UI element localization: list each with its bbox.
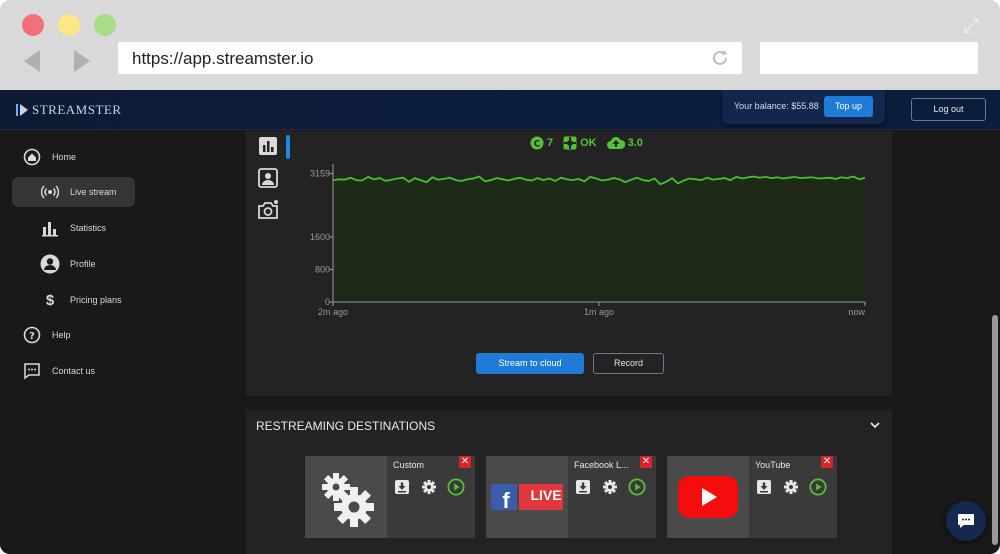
gear-icon[interactable] [601, 478, 619, 496]
bitrate-chart: 0 800 1600 3159 2m ago 1m ago now [310, 164, 866, 317]
play-icon[interactable] [447, 478, 465, 496]
stats-tab-icon[interactable] [256, 134, 280, 158]
stream-status-row: C 7 OK 3.0 [530, 135, 649, 151]
browser-search-bar[interactable] [760, 42, 978, 74]
chart-x-tick-label: 2m ago [318, 307, 348, 317]
destination-actions [755, 478, 827, 496]
forward-arrow-icon[interactable] [72, 48, 92, 74]
play-icon[interactable] [809, 478, 827, 496]
profile-icon [40, 254, 60, 274]
upload-value: 3.0 [627, 137, 643, 149]
sidebar-item-label: Pricing plans [70, 295, 122, 305]
balance-panel: Your balance: $55.88 Top up [722, 90, 885, 124]
camera-settings-icon[interactable] [256, 198, 280, 222]
record-button[interactable]: Record [593, 353, 664, 374]
sidebar-item-home[interactable]: Home [22, 142, 76, 172]
home-icon [22, 147, 42, 167]
sidebar-item-pricing-plans[interactable]: $ Pricing plans [40, 285, 122, 315]
viewers-value: 7 [547, 137, 554, 149]
support-chat-button[interactable] [946, 501, 986, 541]
chart-y-tick-label: 0 [325, 297, 330, 307]
sidebar-item-contact-us[interactable]: Contact us [22, 356, 95, 386]
chat-bubble-icon [958, 514, 974, 528]
destination-card-youtube[interactable]: YouTube ✕ [667, 456, 837, 538]
reload-icon[interactable] [710, 48, 730, 68]
destination-actions [574, 478, 646, 496]
balance-label: Your balance: $55.88 [734, 101, 819, 111]
sidebar-item-label: Live stream [70, 187, 117, 197]
url-text[interactable]: https://app.streamster.io [132, 49, 313, 69]
chat-icon [22, 361, 42, 381]
remove-destination-icon[interactable]: ✕ [821, 456, 833, 468]
chart-y-tick-label: 1600 [310, 232, 330, 242]
streamster-logo[interactable]: STREAMSTER [16, 101, 122, 119]
destination-actions [393, 478, 465, 496]
gear-icon[interactable] [420, 478, 438, 496]
chart-y-tick-label: 3159 [310, 169, 330, 179]
health-icon [563, 136, 577, 150]
back-arrow-icon[interactable] [22, 48, 42, 74]
coin-icon: C [530, 136, 544, 150]
browser-window: ⤢ https://app.streamster.io STREAMSTER Y… [0, 0, 1000, 554]
download-icon[interactable] [755, 478, 773, 496]
gear-icon[interactable] [782, 478, 800, 496]
sidebar-item-help[interactable]: ? Help [22, 320, 71, 350]
live-stream-icon [40, 182, 60, 202]
stream-to-cloud-button[interactable]: Stream to cloud [476, 353, 584, 374]
sidebar-item-label: Help [52, 330, 71, 340]
address-bar[interactable]: https://app.streamster.io [118, 42, 742, 74]
dollar-icon: $ [45, 291, 55, 309]
facebook-live-logo: f LIVE [486, 456, 568, 538]
download-icon[interactable] [574, 478, 592, 496]
live-badge: LIVE [530, 487, 562, 503]
chart-y-tick-label: 800 [315, 265, 330, 275]
svg-text:C: C [534, 140, 541, 150]
destination-card-facebook-live[interactable]: f LIVE Facebook L... ✕ [486, 456, 656, 538]
chart-area-fill [333, 176, 865, 302]
destination-name: YouTube [755, 460, 791, 470]
viewers-status: C 7 [530, 136, 553, 150]
remove-destination-icon[interactable]: ✕ [640, 456, 652, 468]
top-up-button[interactable]: Top up [824, 96, 873, 117]
sidebar-item-label: Profile [70, 259, 96, 269]
fullscreen-icon[interactable]: ⤢ [960, 14, 982, 36]
youtube-logo [667, 456, 749, 538]
health-value: OK [580, 137, 597, 149]
custom-gears-icon [305, 456, 387, 538]
app-viewport: STREAMSTER Your balance: $55.88 Top up L… [0, 90, 1000, 554]
sidebar-item-statistics[interactable]: Statistics [40, 213, 106, 243]
window-minimize-dot[interactable] [58, 14, 80, 36]
remove-destination-icon[interactable]: ✕ [459, 456, 471, 468]
svg-text:?: ? [29, 331, 35, 342]
destinations-title: RESTREAMING DESTINATIONS [256, 419, 436, 433]
help-icon: ? [22, 325, 42, 345]
destination-card-custom[interactable]: Custom ✕ [305, 456, 475, 538]
bar-chart-icon [40, 218, 60, 238]
log-out-button[interactable]: Log out [911, 98, 986, 121]
app-header: STREAMSTER Your balance: $55.88 Top up L… [0, 90, 1000, 130]
destination-name: Facebook L... [574, 460, 629, 470]
window-maximize-dot[interactable] [94, 14, 116, 36]
chevron-down-icon[interactable] [868, 418, 882, 432]
sidebar-item-profile[interactable]: Profile [40, 249, 96, 279]
download-icon[interactable] [393, 478, 411, 496]
destination-name: Custom [393, 460, 425, 470]
window-close-dot[interactable] [22, 14, 44, 36]
page-scrollbar[interactable] [992, 315, 998, 545]
profile-tab-icon[interactable] [256, 166, 280, 190]
sidebar-item-label: Contact us [52, 366, 96, 376]
upload-status: 3.0 [606, 136, 643, 150]
cloud-upload-icon [606, 136, 625, 149]
svg-text:f: f [502, 488, 510, 512]
chart-x-tick-label: now [848, 307, 865, 317]
health-status: OK [563, 136, 597, 150]
play-icon[interactable] [628, 478, 646, 496]
logo-mark-icon [16, 104, 28, 116]
sidebar-item-live-stream[interactable]: Live stream [12, 177, 135, 207]
sidebar: Home Live stream Statistics Profile $ Pr… [0, 131, 245, 554]
logo-text: STREAMSTER [32, 102, 122, 117]
chart-x-tick-label: 1m ago [584, 307, 614, 317]
sidebar-item-label: Home [52, 152, 77, 162]
sidebar-item-label: Statistics [70, 223, 107, 233]
